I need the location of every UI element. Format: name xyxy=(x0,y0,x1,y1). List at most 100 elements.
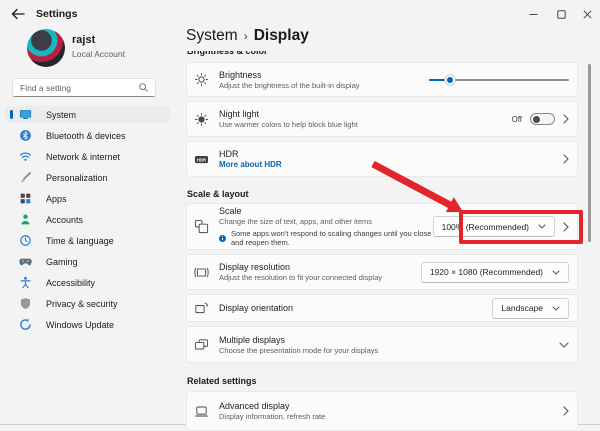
multiple-displays-card[interactable]: Multiple displays Choose the presentatio… xyxy=(186,326,578,363)
section-related-settings: Related settings xyxy=(187,376,257,386)
maximize-button[interactable] xyxy=(554,8,568,20)
search-icon xyxy=(138,82,149,93)
hdr-more-link[interactable]: More about HDR xyxy=(219,160,282,169)
chevron-right-icon xyxy=(563,114,569,124)
night-light-state: Off xyxy=(511,115,522,124)
search-box[interactable] xyxy=(12,78,156,97)
update-icon xyxy=(19,318,32,331)
sidebar-item-label: Accounts xyxy=(46,215,83,225)
sidebar-item-label: Time & language xyxy=(46,236,114,246)
scale-icon xyxy=(194,219,209,234)
chevron-right-icon xyxy=(563,406,569,416)
hdr-icon: HDR xyxy=(194,152,209,167)
minimize-button[interactable] xyxy=(526,8,540,20)
titlebar: Settings xyxy=(0,0,600,28)
night-light-card[interactable]: Night light Use warmer colors to help bl… xyxy=(186,101,578,137)
brightness-sun-icon xyxy=(194,72,209,87)
brightness-subtitle: Adjust the brightness of the built-in di… xyxy=(219,81,360,90)
sidebar-item-label: System xyxy=(46,110,76,120)
scale-info-text: Some apps won't respond to scaling chang… xyxy=(231,229,433,247)
bluetooth-icon xyxy=(19,129,32,142)
brightness-card: Brightness Adjust the brightness of the … xyxy=(186,62,578,97)
display-resolution-dropdown[interactable]: 1920 × 1080 (Recommended) xyxy=(421,262,569,283)
sidebar-item-network-internet[interactable]: Network & internet xyxy=(5,148,170,165)
gamepad-icon xyxy=(19,255,32,268)
sidebar-item-label: Gaming xyxy=(46,257,78,267)
display-orientation-card: Display orientation Landscape xyxy=(186,294,578,322)
multiple-displays-title: Multiple displays xyxy=(219,335,378,345)
display-resolution-title: Display resolution xyxy=(219,262,382,272)
scale-title: Scale xyxy=(219,206,433,216)
display-orientation-title: Display orientation xyxy=(219,303,293,313)
chevron-down-icon xyxy=(552,306,560,311)
accessibility-person-icon xyxy=(19,276,32,289)
sidebar-item-accounts[interactable]: Accounts xyxy=(5,211,170,228)
search-input[interactable] xyxy=(13,83,138,93)
back-arrow-icon xyxy=(10,7,26,21)
hdr-title: HDR xyxy=(219,149,282,159)
sidebar-item-bluetooth-devices[interactable]: Bluetooth & devices xyxy=(5,127,170,144)
section-scale-layout: Scale & layout xyxy=(187,189,249,199)
sidebar-item-apps[interactable]: Apps xyxy=(5,190,170,207)
advanced-display-card[interactable]: Advanced display Display information, re… xyxy=(186,391,578,431)
info-icon xyxy=(219,235,226,242)
sidebar-item-personalization[interactable]: Personalization xyxy=(5,169,170,186)
sidebar-item-label: Windows Update xyxy=(46,320,114,330)
sidebar-item-label: Accessibility xyxy=(46,278,95,288)
person-icon xyxy=(19,213,32,226)
hdr-card[interactable]: HDR HDR More about HDR xyxy=(186,141,578,177)
sidebar-item-gaming[interactable]: Gaming xyxy=(5,253,170,270)
clock-icon xyxy=(19,234,32,247)
page-title: System›Display xyxy=(186,27,309,45)
scale-dropdown[interactable]: 100% (Recommended) xyxy=(433,216,555,237)
scale-value: 100% (Recommended) xyxy=(442,222,529,232)
window-title: Settings xyxy=(36,8,77,20)
sidebar-item-system[interactable]: System xyxy=(5,106,170,123)
night-light-toggle[interactable] xyxy=(530,113,555,125)
brightness-slider[interactable] xyxy=(429,74,569,86)
sidebar-item-windows-update[interactable]: Windows Update xyxy=(5,316,170,333)
scale-card[interactable]: Scale Change the size of text, apps, and… xyxy=(186,203,578,250)
breadcrumb-display: Display xyxy=(254,27,309,44)
wifi-icon xyxy=(19,150,32,163)
chevron-down-icon xyxy=(559,342,569,348)
night-light-icon xyxy=(194,112,209,127)
shield-icon xyxy=(19,297,32,310)
breadcrumb-system[interactable]: System xyxy=(186,27,238,44)
breadcrumb-separator: › xyxy=(238,29,254,43)
toggle-knob xyxy=(533,116,540,123)
advanced-display-title: Advanced display xyxy=(219,401,325,411)
sidebar-item-time-language[interactable]: Time & language xyxy=(5,232,170,249)
brightness-title: Brightness xyxy=(219,70,360,80)
close-button[interactable] xyxy=(580,8,594,20)
display-resolution-subtitle: Adjust the resolution to fit your connec… xyxy=(219,273,382,282)
brightness-slider-thumb[interactable] xyxy=(445,75,455,85)
multiple-displays-icon xyxy=(194,337,209,352)
chevron-down-icon xyxy=(552,270,560,275)
back-button[interactable] xyxy=(10,7,26,21)
advanced-display-subtitle: Display information, refresh rate xyxy=(219,412,325,421)
advanced-display-icon xyxy=(194,404,209,419)
system-icon xyxy=(19,108,32,121)
close-icon xyxy=(583,10,592,19)
apps-icon xyxy=(19,192,32,205)
sidebar-item-label: Bluetooth & devices xyxy=(46,131,126,141)
display-resolution-icon xyxy=(194,265,209,280)
sidebar-item-privacy-security[interactable]: Privacy & security xyxy=(5,295,170,312)
display-orientation-dropdown[interactable]: Landscape xyxy=(492,298,569,319)
scale-info: Some apps won't respond to scaling chang… xyxy=(219,229,433,247)
user-name: rajst xyxy=(72,34,95,46)
multiple-displays-subtitle: Choose the presentation mode for your di… xyxy=(219,346,378,355)
display-orientation-icon xyxy=(194,301,209,316)
scale-subtitle: Change the size of text, apps, and other… xyxy=(219,217,433,226)
section-brightness-color: Brightness & color xyxy=(187,51,268,58)
user-account-type: Local Account xyxy=(72,49,125,59)
display-resolution-card: Display resolution Adjust the resolution… xyxy=(186,254,578,290)
sidebar-item-label: Apps xyxy=(46,194,67,204)
sidebar-item-accessibility[interactable]: Accessibility xyxy=(5,274,170,291)
night-light-subtitle: Use warmer colors to help block blue lig… xyxy=(219,120,358,129)
sidebar-nav: System Bluetooth & devices Network & int… xyxy=(5,106,170,337)
scrollbar-thumb[interactable] xyxy=(588,64,591,242)
sidebar-item-label: Personalization xyxy=(46,173,108,183)
sidebar-item-label: Privacy & security xyxy=(46,299,118,309)
